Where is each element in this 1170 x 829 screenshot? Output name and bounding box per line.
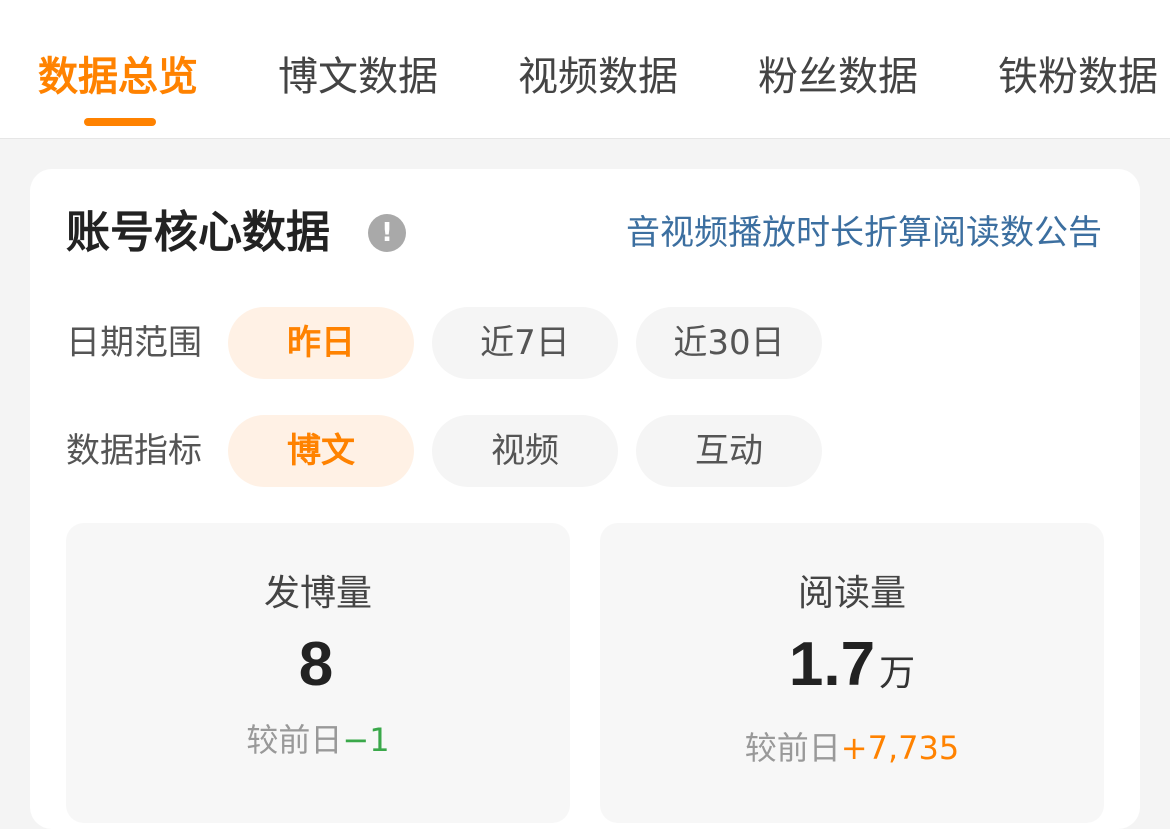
core-data-card: 账号核心数据 ! 音视频播放时长折算阅读数公告 日期范围 昨日 近7日 近30日… — [30, 169, 1140, 829]
top-tab-bar: 数据总览 博文数据 视频数据 粉丝数据 铁粉数据 — [0, 0, 1170, 139]
tab-iron-fans-data[interactable]: 铁粉数据 — [998, 50, 1158, 104]
stat-read-count[interactable]: 阅读量 1.7 万 较前日+7,735 — [600, 523, 1104, 823]
tab-overview[interactable]: 数据总览 — [38, 50, 198, 104]
stat-value: 1.7 万 — [600, 627, 1104, 711]
stat-post-count[interactable]: 发博量 8 较前日−1 — [66, 523, 570, 823]
stat-number: 1.7 — [788, 630, 876, 699]
tab-post-data[interactable]: 博文数据 — [278, 50, 438, 104]
date-option-yesterday[interactable]: 昨日 — [228, 307, 414, 379]
exclamation-icon[interactable]: ! — [368, 214, 406, 252]
stat-value: 8 — [66, 627, 570, 711]
delta-value: +7,735 — [840, 729, 960, 767]
metric-option-video[interactable]: 视频 — [432, 415, 618, 487]
metric-label: 数据指标 — [66, 431, 202, 471]
date-range-label: 日期范围 — [66, 323, 202, 363]
stat-label: 阅读量 — [797, 573, 906, 614]
date-option-30-days[interactable]: 近30日 — [636, 307, 822, 379]
stat-compare: 较前日+7,735 — [600, 727, 1104, 769]
stat-unit: 万 — [879, 652, 916, 693]
tab-fans-data[interactable]: 粉丝数据 — [758, 50, 918, 104]
date-option-7-days[interactable]: 近7日 — [432, 307, 618, 379]
compare-label: 较前日 — [246, 721, 343, 759]
metric-option-interaction[interactable]: 互动 — [636, 415, 822, 487]
metric-option-posts[interactable]: 博文 — [228, 415, 414, 487]
delta-value: −1 — [342, 721, 390, 759]
playback-notice-link[interactable]: 音视频播放时长折算阅读数公告 — [626, 211, 1102, 255]
tab-video-data[interactable]: 视频数据 — [518, 50, 678, 104]
card-title: 账号核心数据 — [66, 207, 330, 258]
active-tab-indicator — [84, 118, 156, 126]
stat-compare: 较前日−1 — [66, 719, 570, 761]
stat-label: 发博量 — [263, 573, 372, 614]
compare-label: 较前日 — [744, 729, 841, 767]
stat-number: 8 — [298, 630, 334, 699]
